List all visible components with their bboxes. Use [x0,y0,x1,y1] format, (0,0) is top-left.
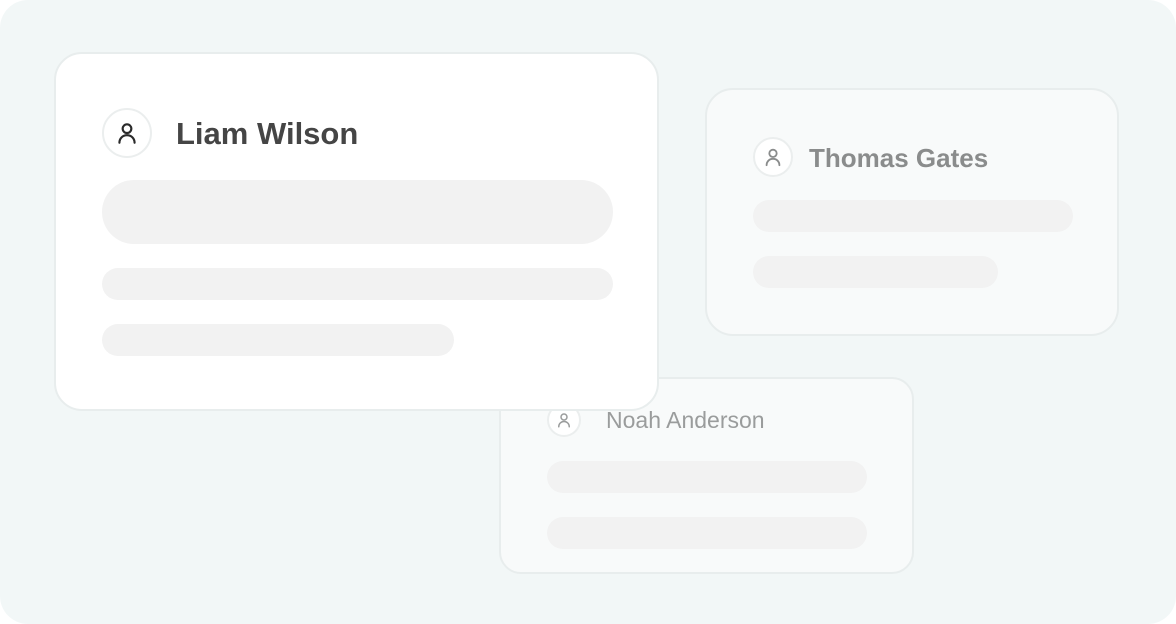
skeleton-line [547,461,867,493]
skeleton-line [102,268,613,300]
profile-name: Noah Anderson [606,407,765,433]
user-icon [118,123,136,144]
user-icon [558,413,570,428]
canvas: Thomas Gates Noah Anderson Liam Wilson [0,0,1176,624]
skeleton-line [753,200,1073,232]
profile-card-liam[interactable]: Liam Wilson [54,52,659,411]
avatar [753,137,793,177]
profile-name: Liam Wilson [176,116,359,151]
profile-name: Thomas Gates [809,143,989,173]
user-icon [765,148,781,167]
profile-card-thomas[interactable]: Thomas Gates [705,88,1119,336]
avatar [102,108,152,158]
skeleton-line [753,256,998,288]
skeleton-block [102,180,613,244]
skeleton-line [102,324,454,356]
skeleton-line [547,517,867,549]
